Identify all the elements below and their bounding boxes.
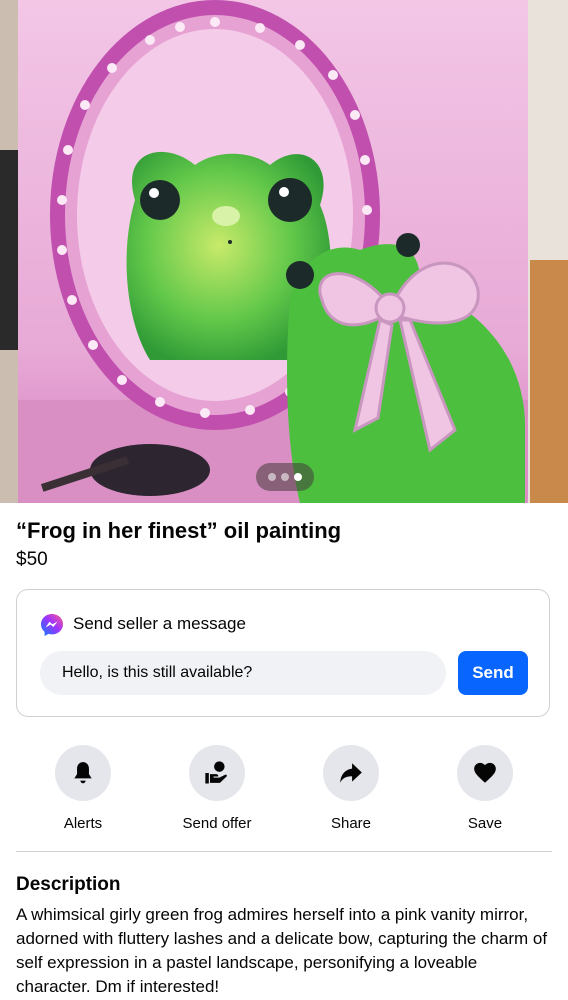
heart-icon bbox=[474, 762, 496, 783]
bell-icon bbox=[74, 762, 92, 784]
message-seller-card: Send seller a message Send bbox=[16, 589, 550, 717]
carousel-dot bbox=[281, 473, 289, 481]
listing-title: “Frog in her finest” oil painting bbox=[16, 518, 342, 543]
save-label: Save bbox=[467, 815, 503, 832]
save-icon-circle[interactable] bbox=[457, 745, 513, 801]
share-button[interactable]: Share bbox=[291, 745, 411, 832]
listing-photo[interactable] bbox=[0, 0, 568, 503]
share-label: Share bbox=[330, 815, 372, 832]
save-button[interactable]: Save bbox=[425, 745, 545, 832]
listing-price: $50 bbox=[16, 549, 48, 570]
alerts-button[interactable]: Alerts bbox=[23, 745, 143, 832]
alerts-label: Alerts bbox=[63, 815, 103, 832]
message-input[interactable] bbox=[40, 651, 446, 695]
carousel-dot bbox=[268, 473, 276, 481]
send-button[interactable]: Send bbox=[458, 651, 528, 695]
description-text: A whimsical girly green frog admires her… bbox=[16, 905, 548, 996]
share-icon bbox=[340, 763, 362, 783]
description-heading: Description bbox=[16, 874, 121, 895]
carousel-dot-active bbox=[294, 473, 302, 481]
alerts-icon-circle[interactable] bbox=[55, 745, 111, 801]
message-header: Send seller a message bbox=[73, 614, 246, 633]
carousel-indicator[interactable] bbox=[256, 463, 314, 491]
frog-painting-image bbox=[0, 0, 568, 503]
messenger-icon bbox=[41, 614, 63, 636]
send-offer-label: Send offer bbox=[182, 815, 252, 832]
offer-icon bbox=[205, 761, 227, 784]
share-icon-circle[interactable] bbox=[323, 745, 379, 801]
send-offer-icon-circle[interactable] bbox=[189, 745, 245, 801]
section-divider bbox=[16, 851, 552, 852]
send-offer-button[interactable]: Send offer bbox=[157, 745, 277, 832]
